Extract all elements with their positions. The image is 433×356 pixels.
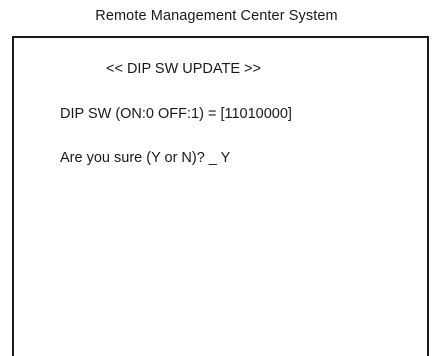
confirm-prompt[interactable]: Are you sure (Y or N)? _ Y — [60, 150, 230, 166]
dip-sw-update-heading: << DIP SW UPDATE >> — [106, 61, 261, 77]
window-title: Remote Management Center System — [95, 8, 338, 24]
dip-sw-setting-line: DIP SW (ON:0 OFF:1) = [11010000] — [60, 106, 292, 122]
terminal-screen: << DIP SW UPDATE >> DIP SW (ON:0 OFF:1) … — [12, 36, 429, 356]
